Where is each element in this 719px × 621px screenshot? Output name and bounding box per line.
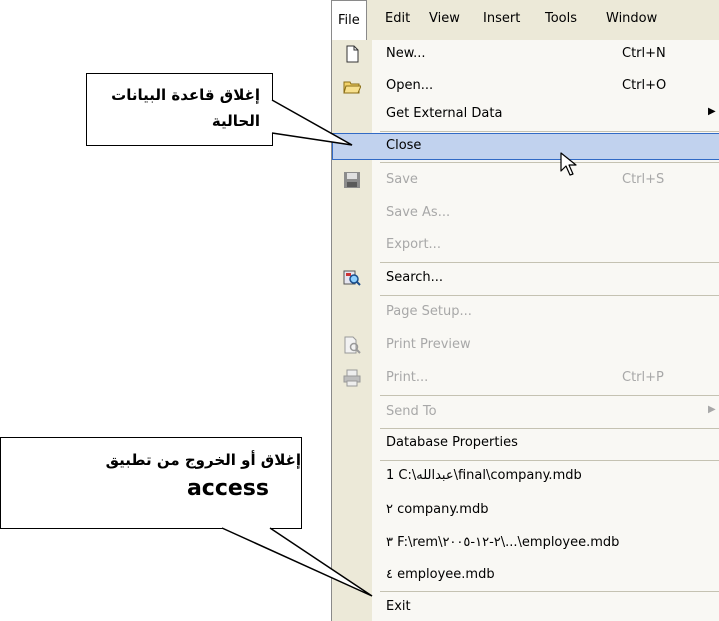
menu-item-label: Print Preview (386, 337, 471, 352)
print-preview-icon (344, 336, 361, 354)
menu-item-label: Print... (386, 370, 429, 385)
menu-view[interactable]: View (429, 11, 460, 26)
menu-item-save-as[interactable]: Save As... (332, 200, 719, 227)
recent-file-2[interactable]: ٢ company.mdb (332, 497, 719, 524)
menu-separator (380, 131, 719, 132)
callout-exit-text-en: access (186, 476, 269, 501)
menu-item-print-preview[interactable]: Print Preview (332, 332, 719, 359)
file-menu-dropdown: New... Ctrl+N Open... Ctrl+O Get Externa… (331, 40, 719, 621)
callout-close: إغلاق قاعدة البيانات الحالية (86, 73, 273, 146)
recent-file-1[interactable]: 1 C:\عبدالله\final\company.mdb (332, 463, 719, 490)
menu-item-label: Open... (386, 78, 434, 93)
mouse-cursor-icon (560, 152, 577, 176)
save-disk-icon (344, 172, 360, 188)
menu-separator (380, 395, 719, 396)
shortcut-label: Ctrl+O (622, 78, 667, 93)
menu-item-print[interactable]: Print... Ctrl+P (332, 365, 719, 392)
menu-item-send-to[interactable]: Send To ▶ (332, 399, 719, 426)
menu-item-exit[interactable]: Exit (332, 594, 719, 621)
callout-exit-text-ar: إغلاق أو الخروج من تطبيق (105, 451, 301, 469)
menu-item-label: Database Properties (386, 435, 518, 450)
menu-item-label: New... (386, 46, 426, 61)
menu-item-label: Search... (386, 270, 444, 285)
menu-separator (380, 162, 719, 163)
menu-separator (380, 591, 719, 592)
shortcut-label: Ctrl+S (622, 172, 665, 187)
recent-file-3[interactable]: ٣ F:\rem\٢-١٢-٢٠٠٥\...\employee.mdb (332, 530, 719, 557)
menu-item-label: ٣ F:\rem\٢-١٢-٢٠٠٥\...\employee.mdb (386, 535, 620, 550)
search-icon (343, 270, 361, 286)
menu-item-search[interactable]: Search... (332, 265, 719, 292)
open-folder-icon (343, 81, 361, 94)
menu-item-label: Get External Data (386, 106, 503, 121)
menu-separator (380, 295, 719, 296)
menu-item-label: ٤ employee.mdb (386, 567, 495, 582)
submenu-arrow-icon: ▶ (708, 106, 716, 117)
menu-item-close[interactable]: Close (332, 133, 719, 160)
menu-tools[interactable]: Tools (545, 11, 577, 26)
menu-item-label: 1 C:\عبدالله\final\company.mdb (386, 468, 582, 483)
menu-item-label: Export... (386, 237, 441, 252)
menu-item-label: Save As... (386, 205, 451, 220)
menu-item-export[interactable]: Export... (332, 232, 719, 259)
menu-item-label: Exit (386, 599, 411, 614)
menu-item-label: Save (386, 172, 418, 187)
menu-item-label: Page Setup... (386, 304, 472, 319)
menu-item-label: Close (386, 138, 422, 153)
menu-item-label: Send To (386, 404, 437, 419)
menu-item-label: ٢ company.mdb (386, 502, 489, 517)
menu-item-new[interactable]: New... Ctrl+N (332, 41, 719, 68)
menu-separator (380, 460, 719, 461)
menu-edit[interactable]: Edit (385, 11, 410, 26)
menu-item-database-properties[interactable]: Database Properties (332, 430, 719, 457)
menu-item-save[interactable]: Save Ctrl+S (332, 167, 719, 194)
menu-separator (380, 428, 719, 429)
menu-insert[interactable]: Insert (483, 11, 520, 26)
menu-bar: File Edit View Insert Tools Window (331, 0, 719, 41)
menu-item-open[interactable]: Open... Ctrl+O (332, 73, 719, 100)
menu-separator (380, 262, 719, 263)
submenu-arrow-icon: ▶ (708, 404, 716, 415)
menu-item-get-external-data[interactable]: Get External Data ▶ (332, 101, 719, 128)
callout-close-text: إغلاق قاعدة البيانات الحالية (111, 86, 260, 130)
new-document-icon (346, 45, 359, 63)
printer-icon (343, 369, 361, 387)
shortcut-label: Ctrl+P (622, 370, 664, 385)
callout-exit: إغلاق أو الخروج من تطبيق access (0, 437, 302, 529)
menu-item-page-setup[interactable]: Page Setup... (332, 299, 719, 326)
shortcut-label: Ctrl+N (622, 46, 666, 61)
recent-file-4[interactable]: ٤ employee.mdb (332, 562, 719, 589)
menu-file[interactable]: File (331, 0, 367, 40)
menu-window[interactable]: Window (606, 11, 657, 26)
